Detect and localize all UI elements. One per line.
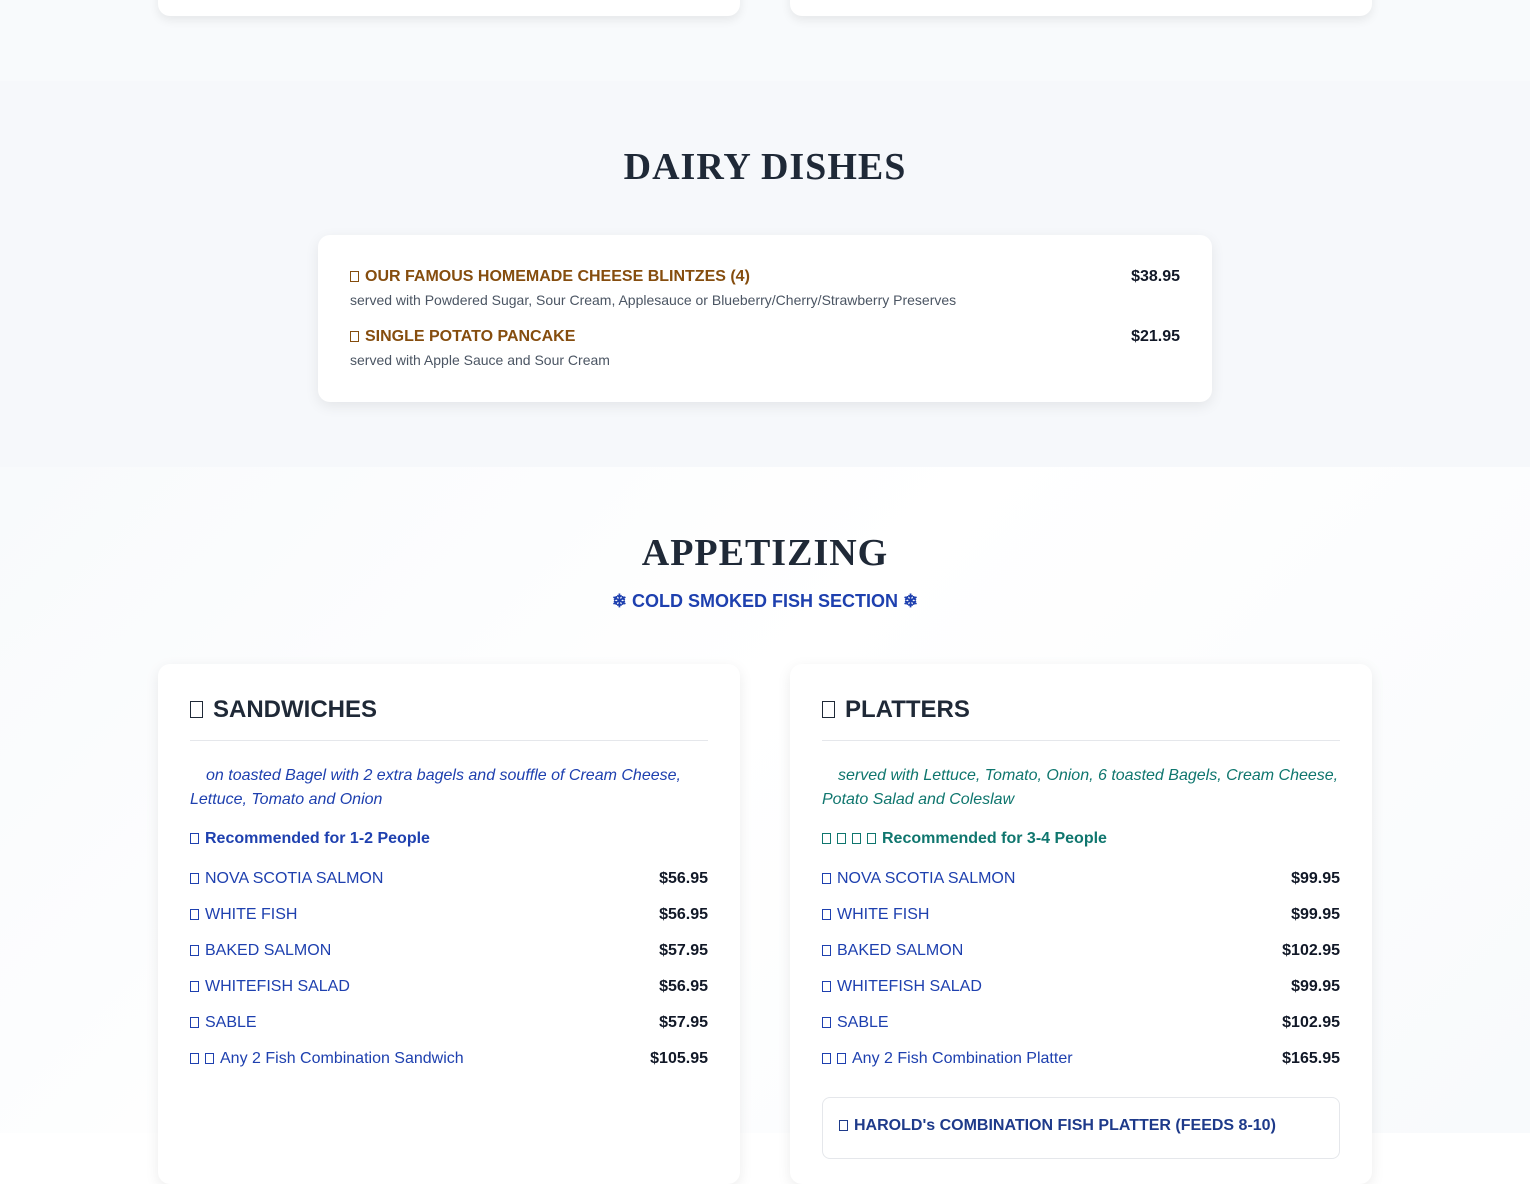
item-icon <box>350 271 359 282</box>
sandwiches-intro: on toasted Bagel with 2 extra bagels and… <box>190 767 681 808</box>
sandwich-item-name: NOVA SCOTIA SALMON <box>190 870 383 888</box>
fish-icon <box>822 1053 831 1064</box>
dairy-item-name: SINGLE POTATO PANCAKE <box>350 328 575 346</box>
platter-item-name: BAKED SALMON <box>822 942 963 960</box>
dairy-title: DAIRY DISHES <box>623 146 907 188</box>
platter-item-name: WHITEFISH SALAD <box>822 978 982 996</box>
people-icon <box>867 833 876 844</box>
fish-icon <box>837 1053 846 1064</box>
platter-item-price: $99.95 <box>1291 906 1340 923</box>
fish-icon <box>190 1017 199 1028</box>
platter-item: SABLE $102.95 <box>822 1014 1340 1038</box>
dairy-item-description: served with Powdered Sugar, Sour Cream, … <box>350 292 957 308</box>
platter-item-price: $99.95 <box>1291 978 1340 995</box>
platter-item-price: $102.95 <box>1282 1014 1340 1031</box>
platter-item-price: $165.95 <box>1282 1050 1340 1067</box>
platter-icon <box>822 701 835 718</box>
platter-item-name: SABLE <box>822 1014 889 1032</box>
sandwich-icon <box>190 701 203 718</box>
harolds-combination-box: HAROLD's COMBINATION FISH PLATTER (FEEDS… <box>822 1097 1340 1159</box>
fish-icon <box>822 945 831 956</box>
sandwich-item-name: WHITE FISH <box>190 906 297 924</box>
dairy-card: OUR FAMOUS HOMEMADE CHEESE BLINTZES (4) … <box>318 235 1212 402</box>
sandwich-item: SABLE $57.95 <box>190 1014 708 1038</box>
fish-icon <box>822 1017 831 1028</box>
sandwiches-header: SANDWICHES <box>190 696 708 741</box>
harolds-combination-title: HAROLD's COMBINATION FISH PLATTER (FEEDS… <box>839 1117 1276 1135</box>
sandwiches-title: SANDWICHES <box>190 696 708 724</box>
sandwich-item-name: BAKED SALMON <box>190 942 331 960</box>
platters-header: PLATTERS <box>822 696 1340 741</box>
fish-icon <box>190 945 199 956</box>
dairy-item-description: served with Apple Sauce and Sour Cream <box>350 352 610 368</box>
previous-card-left <box>158 0 740 16</box>
platter-item-name: Any 2 Fish Combination Platter <box>822 1050 1073 1068</box>
cold-smoked-fish-subtitle: ❄ COLD SMOKED FISH SECTION ❄ <box>611 591 919 611</box>
sandwich-item-name: Any 2 Fish Combination Sandwich <box>190 1050 464 1068</box>
appetizing-title: APPETIZING <box>641 532 889 574</box>
fish-icon <box>190 981 199 992</box>
platters-title: PLATTERS <box>822 696 1340 724</box>
platter-item: NOVA SCOTIA SALMON $99.95 <box>822 870 1340 894</box>
platters-card: PLATTERS served with Lettuce, Tomato, On… <box>790 664 1372 1184</box>
people-icon <box>837 833 846 844</box>
item-icon <box>350 331 359 342</box>
sandwich-item-price: $57.95 <box>659 1014 708 1031</box>
platter-item-price: $102.95 <box>1282 942 1340 959</box>
sandwich-item: WHITEFISH SALAD $56.95 <box>190 978 708 1002</box>
sandwich-item-price: $57.95 <box>659 942 708 959</box>
fish-icon <box>190 909 199 920</box>
sandwich-item: BAKED SALMON $57.95 <box>190 942 708 966</box>
fish-icon <box>190 1053 199 1064</box>
dairy-item-price: $21.95 <box>1131 328 1180 345</box>
previous-card-right <box>790 0 1372 16</box>
previous-section <box>0 0 1530 81</box>
sandwich-item-price: $105.95 <box>650 1050 708 1067</box>
platter-item-price: $99.95 <box>1291 870 1340 887</box>
platter-icon <box>839 1120 848 1131</box>
sandwich-item-price: $56.95 <box>659 978 708 995</box>
sandwich-item: NOVA SCOTIA SALMON $56.95 <box>190 870 708 894</box>
people-icon <box>852 833 861 844</box>
platter-item: WHITE FISH $99.95 <box>822 906 1340 930</box>
people-icon <box>822 833 831 844</box>
fish-icon <box>822 909 831 920</box>
fish-icon <box>190 873 199 884</box>
platter-item: Any 2 Fish Combination Platter $165.95 <box>822 1050 1340 1074</box>
platters-recommendation: Recommended for 3-4 People <box>822 830 1107 848</box>
sandwich-item-name: SABLE <box>190 1014 257 1032</box>
fish-icon <box>822 873 831 884</box>
dairy-section: DAIRY DISHES OUR FAMOUS HOMEMADE CHEESE … <box>0 81 1530 467</box>
sandwich-item-name: WHITEFISH SALAD <box>190 978 350 996</box>
dairy-item-name: OUR FAMOUS HOMEMADE CHEESE BLINTZES (4) <box>350 268 750 286</box>
platter-item: WHITEFISH SALAD $99.95 <box>822 978 1340 1002</box>
platters-intro: served with Lettuce, Tomato, Onion, 6 to… <box>822 767 1339 808</box>
fish-icon <box>822 981 831 992</box>
platter-item-name: WHITE FISH <box>822 906 929 924</box>
sandwich-item-price: $56.95 <box>659 906 708 923</box>
sandwich-item: Any 2 Fish Combination Sandwich $105.95 <box>190 1050 708 1074</box>
dairy-item-price: $38.95 <box>1131 268 1180 285</box>
sandwiches-card: SANDWICHES on toasted Bagel with 2 extra… <box>158 664 740 1184</box>
fish-icon <box>205 1053 214 1064</box>
platter-item: BAKED SALMON $102.95 <box>822 942 1340 966</box>
people-icon <box>190 833 199 844</box>
platter-item-name: NOVA SCOTIA SALMON <box>822 870 1015 888</box>
sandwich-item: WHITE FISH $56.95 <box>190 906 708 930</box>
sandwich-item-price: $56.95 <box>659 870 708 887</box>
sandwiches-recommendation: Recommended for 1-2 People <box>190 830 430 848</box>
